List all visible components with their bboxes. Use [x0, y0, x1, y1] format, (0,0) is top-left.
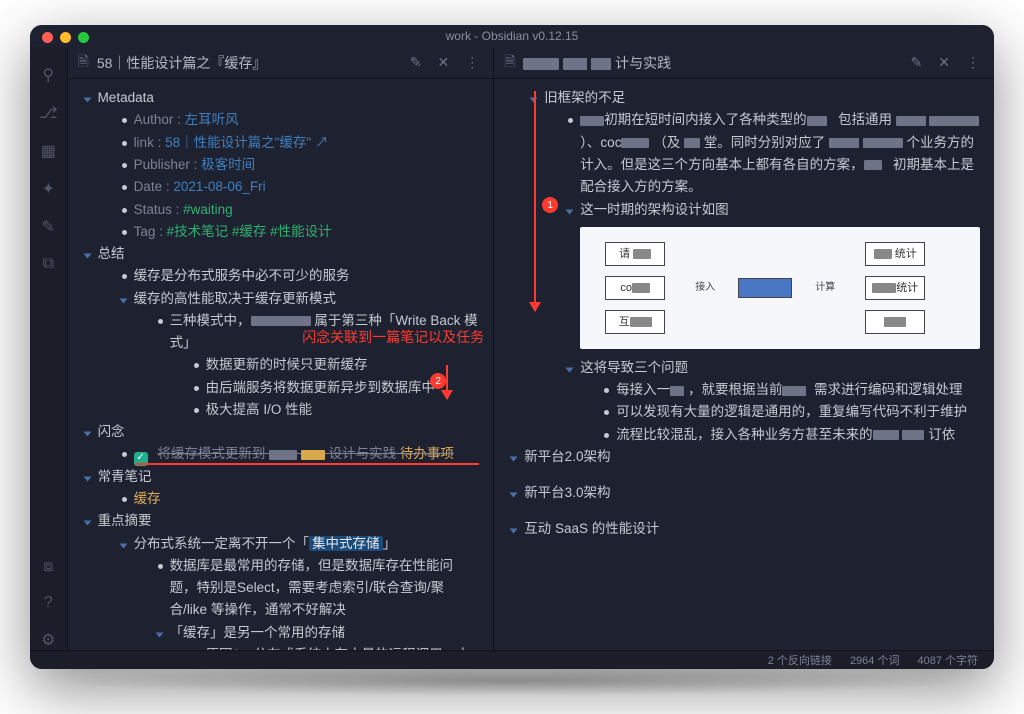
tag-item[interactable]: #性能设计 [270, 224, 332, 239]
minimize-window-icon[interactable] [60, 32, 71, 43]
status-bar: 2 个反向链接 2964 个词 4087 个字符 [30, 650, 994, 669]
evergreen-link[interactable]: 缓存 [134, 491, 161, 506]
edit-icon[interactable]: ✎ [406, 54, 426, 71]
template-icon[interactable]: ⧉ [43, 255, 54, 273]
summary-heading: 总结 [98, 246, 125, 261]
date-link[interactable]: 2021-08-06_Fri [173, 179, 265, 194]
word-count: 2964 个词 [850, 652, 900, 668]
quick-switcher-icon[interactable]: ⚲ [42, 65, 54, 85]
more-icon[interactable]: ⋮ [962, 54, 984, 71]
more-icon[interactable]: ⋮ [461, 54, 483, 71]
left-note-body: Metadata Author : 左耳听风 link : 58｜性能设计篇之"… [68, 79, 494, 650]
external-link-icon[interactable]: ↗ [315, 135, 329, 150]
close-tab-icon[interactable]: ✕ [433, 54, 453, 71]
char-count: 4087 个字符 [917, 652, 978, 668]
metadata-heading: Metadata [98, 90, 154, 105]
graph-icon[interactable]: ⎇ [39, 103, 57, 123]
author-link[interactable]: 左耳听风 [185, 112, 239, 127]
close-tab-icon[interactable]: ✕ [934, 54, 954, 71]
close-window-icon[interactable] [42, 32, 53, 43]
titlebar: work - Obsidian v0.12.15 [30, 25, 994, 47]
left-pane-tab: 🗎 58｜性能设计篇之『缓存』 ✎ ✕ ⋮ [68, 47, 494, 79]
flash-heading: 闪念 [98, 424, 125, 439]
vault-icon[interactable]: ⧈ [43, 558, 53, 576]
publisher-link[interactable]: 极客时间 [201, 157, 255, 172]
evergreen-heading: 常青笔记 [98, 469, 152, 484]
calendar-icon[interactable]: ✎ [42, 217, 55, 237]
window-title: work - Obsidian v0.12.15 [446, 29, 579, 43]
tag-item[interactable]: #技术笔记 [167, 224, 229, 239]
file-icon: 🗎 [78, 51, 89, 75]
source-link[interactable]: 58｜性能设计篇之"缓存" [165, 135, 311, 150]
canvas-icon[interactable]: ▦ [41, 141, 56, 161]
left-note-title: 58｜性能设计篇之『缓存』 [97, 53, 398, 73]
maximize-window-icon[interactable] [78, 32, 89, 43]
backlinks-count[interactable]: 2 个反向链接 [768, 652, 832, 668]
task-checkbox[interactable] [134, 452, 148, 466]
task-text: 将缓存模式更新到 设计与实践 待办事项 [157, 446, 454, 461]
status-tag[interactable]: #waiting [183, 202, 233, 217]
file-icon: 🗎 [504, 51, 515, 75]
architecture-diagram: 请 统计 co 接入 计算 统计 互 [580, 227, 980, 349]
right-pane-tab: 🗎 计与实践 ✎ ✕ ⋮ [494, 47, 994, 79]
help-icon[interactable]: ? [44, 594, 53, 612]
tag-item[interactable]: #缓存 [232, 224, 267, 239]
right-note-body: 旧框架的不足 初期在短时间内接入了各种类型的 包括通用 ）、coc （及 堂。同… [494, 79, 994, 650]
settings-icon[interactable]: ⚙ [41, 630, 55, 650]
right-note-title: 计与实践 [523, 53, 898, 73]
command-icon[interactable]: ✦ [42, 179, 55, 199]
edit-icon[interactable]: ✎ [907, 54, 927, 71]
left-ribbon: ⚲ ⎇ ▦ ✦ ✎ ⧉ ⧈ ? ⚙ [30, 47, 67, 650]
highlights-heading: 重点摘要 [98, 513, 152, 528]
